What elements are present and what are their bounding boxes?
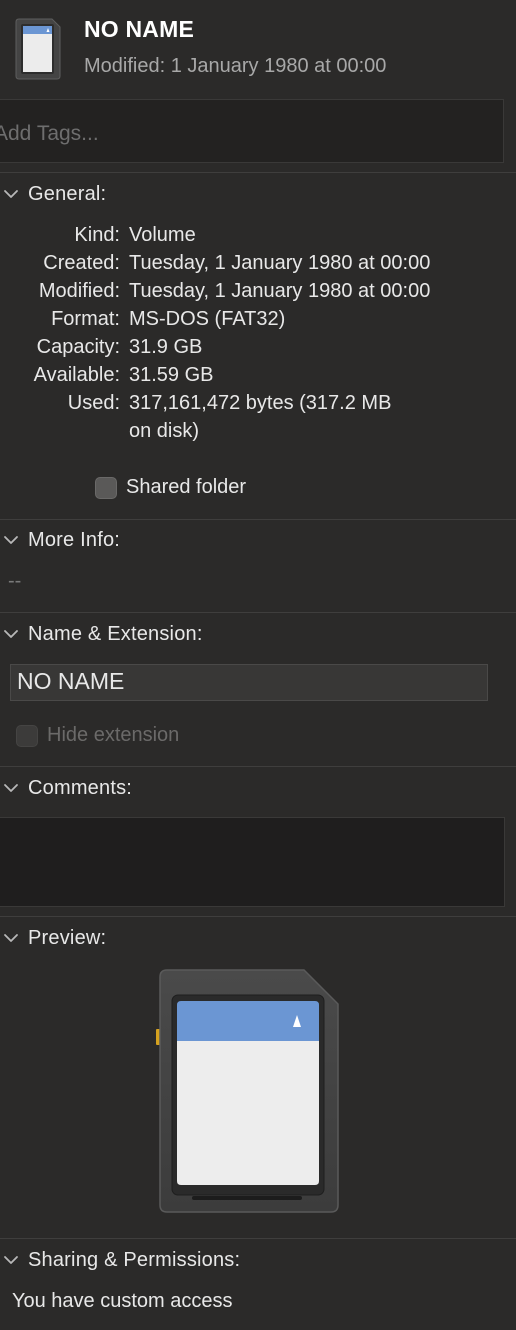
- info-value: 31.9 GB: [129, 336, 203, 358]
- info-row-available: Available: 31.59 GB: [0, 364, 516, 392]
- section-more-info-toggle[interactable]: More Info:: [0, 524, 516, 556]
- tags-input[interactable]: [0, 99, 504, 163]
- chevron-down-icon: [4, 784, 18, 792]
- chevron-down-icon: [4, 934, 18, 942]
- get-info-window: NO NAME Modified: 1 January 1980 at 00:0…: [0, 0, 516, 1330]
- info-value: Tuesday, 1 January 1980 at 00:00: [129, 252, 431, 274]
- info-row-format: Format: MS-DOS (FAT32): [0, 308, 516, 336]
- divider: [0, 916, 516, 917]
- name-input[interactable]: NO NAME: [10, 664, 488, 701]
- hide-extension-label: Hide extension: [47, 724, 180, 746]
- info-value: MS-DOS (FAT32): [129, 308, 286, 330]
- more-info-value: --: [8, 570, 22, 592]
- info-value: Tuesday, 1 January 1980 at 00:00: [129, 280, 431, 302]
- divider: [0, 766, 516, 767]
- chevron-down-icon: [4, 630, 18, 638]
- section-comments-title: Comments:: [28, 776, 133, 799]
- info-label: Format:: [51, 308, 120, 330]
- info-row-created: Created: Tuesday, 1 January 1980 at 00:0…: [0, 252, 516, 280]
- divider: [0, 1238, 516, 1239]
- info-row-modified: Modified: Tuesday, 1 January 1980 at 00:…: [0, 280, 516, 308]
- section-more-info-title: More Info:: [28, 528, 121, 551]
- info-row-used: Used: 317,161,472 bytes (317.2 MB: [0, 392, 516, 420]
- access-text: You have custom access: [12, 1290, 233, 1312]
- section-sharing-title: Sharing & Permissions:: [28, 1248, 241, 1271]
- section-preview-title: Preview:: [28, 926, 107, 949]
- section-comments-toggle[interactable]: Comments:: [0, 772, 516, 804]
- info-header: NO NAME Modified: 1 January 1980 at 00:0…: [0, 0, 516, 98]
- divider: [0, 519, 516, 520]
- section-name-extension-title: Name & Extension:: [28, 622, 203, 645]
- info-label: Used:: [67, 392, 120, 414]
- hide-extension-checkbox-row[interactable]: Hide extension: [16, 724, 179, 747]
- info-label: Modified:: [38, 280, 120, 302]
- comments-textarea[interactable]: [0, 817, 505, 907]
- info-value: 31.59 GB: [129, 364, 214, 386]
- info-label: Created:: [43, 252, 120, 274]
- info-row-kind: Kind: Volume: [0, 224, 516, 252]
- info-label: Available:: [33, 364, 120, 386]
- divider: [0, 612, 516, 613]
- divider: [0, 172, 516, 173]
- section-preview-toggle[interactable]: Preview:: [0, 922, 516, 954]
- hide-extension-checkbox[interactable]: [16, 724, 38, 747]
- info-row-used-continuation: on disk): [0, 420, 516, 448]
- section-general-title: General:: [28, 182, 107, 205]
- modified-subtitle: Modified: 1 January 1980 at 00:00: [84, 55, 387, 77]
- info-value: Volume: [129, 224, 196, 246]
- section-general-toggle[interactable]: General:: [0, 178, 516, 210]
- section-name-extension-toggle[interactable]: Name & Extension:: [0, 618, 516, 650]
- chevron-down-icon: [4, 190, 18, 198]
- info-value: on disk): [129, 420, 200, 442]
- section-sharing-toggle[interactable]: Sharing & Permissions:: [0, 1244, 516, 1276]
- shared-folder-label: Shared folder: [126, 476, 247, 498]
- shared-folder-checkbox[interactable]: [95, 476, 117, 499]
- chevron-down-icon: [4, 536, 18, 544]
- sd-card-preview-icon: [156, 969, 339, 1213]
- info-value: 317,161,472 bytes (317.2 MB: [129, 392, 392, 414]
- chevron-down-icon: [4, 1256, 18, 1264]
- info-label: Capacity:: [36, 336, 120, 358]
- sd-card-icon: [15, 18, 61, 80]
- shared-folder-checkbox-row[interactable]: Shared folder: [95, 476, 246, 499]
- info-row-capacity: Capacity: 31.9 GB: [0, 336, 516, 364]
- info-label: Kind:: [74, 224, 120, 246]
- volume-title: NO NAME: [84, 16, 195, 42]
